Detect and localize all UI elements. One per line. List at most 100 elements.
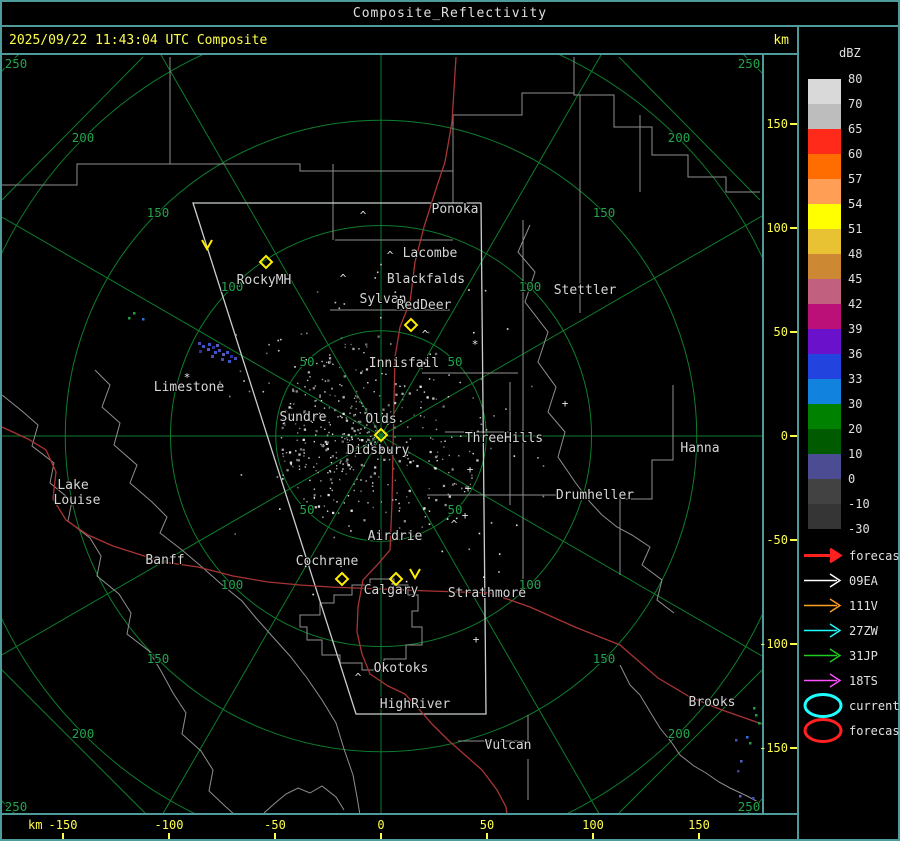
x-tick-label: 150 <box>688 818 710 832</box>
colorbar-band <box>808 254 841 279</box>
clutter-dot <box>335 440 336 441</box>
y-tick-mark <box>790 123 797 125</box>
clutter-dot <box>324 408 325 409</box>
clutter-dot <box>263 391 265 393</box>
county-boundary <box>620 385 673 575</box>
ring-label: 100 <box>221 577 244 592</box>
clutter-dot <box>428 460 429 461</box>
clutter-dot <box>429 523 431 525</box>
clutter-dot <box>348 495 349 496</box>
clutter-dot <box>327 441 329 443</box>
clutter-dot <box>421 401 422 402</box>
colorbar-label: 42 <box>848 297 862 311</box>
clutter-dot <box>404 385 405 386</box>
storm-vector-marker <box>202 240 212 249</box>
clutter-dot <box>493 415 495 417</box>
reflectivity-colorbar <box>808 79 841 529</box>
map-symbol: * <box>472 338 479 351</box>
legend-arrow-icon <box>799 593 845 618</box>
clutter-dot <box>407 458 408 459</box>
clutter-dot <box>422 526 424 528</box>
legend-item-label: forecast <box>849 549 900 563</box>
clutter-dot <box>338 400 339 401</box>
clutter-dot <box>363 352 364 353</box>
clutter-dot <box>420 386 422 388</box>
city-label: Didsbury <box>347 443 410 458</box>
map-symbol: ^ <box>360 209 367 222</box>
clutter-dot <box>395 480 396 481</box>
clutter-dot <box>321 400 322 401</box>
clutter-dot <box>460 382 461 383</box>
echo-pixel <box>207 348 210 351</box>
clutter-dot <box>299 469 300 470</box>
clutter-dot <box>514 455 516 457</box>
colorbar-band <box>808 104 841 129</box>
clutter-dot <box>294 366 296 368</box>
colorbar-label: 70 <box>848 97 862 111</box>
clutter-dot <box>429 488 430 489</box>
clutter-dot <box>347 462 348 463</box>
clutter-dot <box>429 511 430 512</box>
clutter-dot <box>485 290 487 292</box>
clutter-dot <box>395 499 396 500</box>
clutter-dot <box>324 505 325 506</box>
legend-arrow-icon <box>799 668 845 693</box>
legend-ellipse-icon <box>799 693 845 718</box>
x-tick-label: 100 <box>582 818 604 832</box>
clutter-dot <box>448 494 449 495</box>
echo-pixel <box>128 317 131 320</box>
clutter-dot <box>301 333 303 335</box>
clutter-dot <box>449 455 450 456</box>
city-label: Banff <box>145 553 184 568</box>
ring-label: 150 <box>593 205 616 220</box>
clutter-dot <box>341 337 343 339</box>
colorbar-band <box>808 504 841 529</box>
clutter-dot <box>339 308 341 310</box>
clutter-dot <box>330 471 331 472</box>
clutter-dot <box>442 459 443 460</box>
clutter-dot <box>318 472 319 473</box>
clutter-dot <box>359 433 360 434</box>
clutter-dot <box>381 501 382 502</box>
colorbar-label: 65 <box>848 122 862 136</box>
city-label: Ponoka <box>432 202 479 217</box>
clutter-dot <box>290 462 292 464</box>
echo-pixel <box>230 355 233 358</box>
colorbar-band <box>808 129 841 154</box>
city-label: RockyMH <box>237 273 292 288</box>
clutter-dot <box>471 477 472 478</box>
clutter-dot <box>319 457 320 458</box>
clutter-dot <box>289 451 291 453</box>
clutter-dot <box>299 388 300 389</box>
map-symbol: + <box>562 397 569 410</box>
clutter-dot <box>430 437 431 438</box>
clutter-dot <box>370 476 372 478</box>
x-tick-mark <box>698 833 700 839</box>
city-label: Cochrane <box>296 554 359 569</box>
clutter-dot <box>308 457 309 458</box>
city-label: Sundre <box>280 410 327 425</box>
x-axis-unit-label: km <box>28 818 42 832</box>
clutter-dot <box>430 451 432 453</box>
echo-pixel <box>739 795 742 798</box>
clutter-dot <box>292 390 294 392</box>
clutter-dot <box>436 429 437 430</box>
clutter-dot <box>303 449 305 451</box>
clutter-dot <box>339 384 340 385</box>
clutter-dot <box>435 420 436 421</box>
x-tick-mark <box>62 833 64 839</box>
ring-label: 100 <box>519 279 542 294</box>
echo-pixel <box>198 342 201 345</box>
clutter-dot <box>389 459 390 460</box>
clutter-dot <box>417 389 418 390</box>
clutter-dot <box>307 380 308 381</box>
map-symbol: ^ <box>340 272 347 285</box>
clutter-dot <box>303 455 304 456</box>
city-label: Blackfalds <box>387 272 465 287</box>
x-tick-mark <box>274 833 276 839</box>
ring-label: 200 <box>72 726 95 741</box>
clutter-dot <box>350 344 351 345</box>
x-tick-label: -50 <box>264 818 286 832</box>
clutter-dot <box>361 439 363 441</box>
legend-item-label: 09EA <box>849 574 878 588</box>
